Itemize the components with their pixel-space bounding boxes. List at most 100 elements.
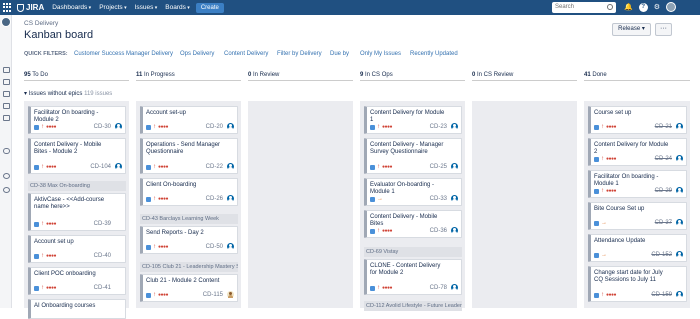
issue-card[interactable]: Content Delivery - Mobile Bites - Module… — [28, 138, 126, 174]
epic-label[interactable]: CD-105 Club 21 - Leadership Mastery S... — [140, 262, 238, 272]
issue-card[interactable]: Content Delivery - Manager Survey Questi… — [364, 138, 462, 174]
estimate-dots: ●●●● — [46, 285, 57, 291]
breadcrumb[interactable]: CS Delivery — [24, 20, 58, 27]
reports-icon[interactable] — [3, 91, 10, 97]
card-key: CD-40 — [93, 253, 111, 259]
issue-card[interactable]: CLONE - Content Delivery for Module 2 ↑ ●… — [364, 259, 462, 295]
issue-card[interactable]: Operations - Send Manager Questionnaire … — [140, 138, 238, 174]
card-summary: Send Reports - Day 2 — [146, 230, 204, 236]
estimate-dots: ●●●● — [46, 253, 57, 259]
search-input[interactable]: Search — [552, 2, 616, 13]
quick-filter-ops-delivery[interactable]: Ops Delivery — [180, 51, 214, 57]
card-key: CD-115 — [202, 292, 223, 298]
assignee-avatar — [675, 154, 684, 163]
notifications-icon[interactable]: 🔔 — [624, 3, 633, 11]
priority-icon: → — [377, 196, 383, 202]
quick-filter-recently-updated[interactable]: Recently Updated — [410, 51, 458, 57]
column-in-review — [248, 101, 353, 308]
assignee-avatar — [226, 162, 235, 171]
assignee-avatar — [114, 122, 123, 131]
issue-card[interactable]: Facilitator On boarding - Module 1 ↑ ●●●●… — [588, 170, 687, 198]
swimlane-header[interactable]: ▾ Issues without epics 119 issues — [24, 90, 112, 97]
quick-filter-csm-delivery[interactable]: Customer Success Manager Delivery — [74, 51, 173, 57]
card-summary: CLONE - Content Delivery for Module 2 — [370, 263, 441, 276]
jira-logo[interactable]: JIRA — [17, 3, 44, 12]
issue-card[interactable]: Club 21 - Module 2 Content ↑ ●●●● CD-115 — [140, 274, 238, 302]
issue-card[interactable]: AktivCase - <<Add-course name here>> ↑ ●●… — [28, 193, 126, 231]
task-icon — [146, 196, 151, 202]
app-switcher-icon[interactable] — [3, 2, 13, 13]
issue-card[interactable]: Bite Course Set up → CD-37 — [588, 202, 687, 230]
releases-icon[interactable] — [3, 103, 10, 109]
issue-card[interactable]: Send Reports - Day 2 ↑ ●●●● CD-50 — [140, 226, 238, 254]
issue-card[interactable]: Content Delivery for Module 1 ↑ ●●●● CD-2… — [364, 106, 462, 134]
create-button[interactable]: Create — [195, 2, 224, 13]
assignee-avatar — [675, 250, 684, 259]
epic-label[interactable]: CD-112 Avolid Lifestyle - Future Leader.… — [364, 301, 462, 311]
issue-card[interactable]: Account set up ↑ ●●●● CD-40 — [28, 235, 126, 263]
assignee-avatar — [450, 122, 459, 131]
top-right-icons: 🔔 ? ⚙ — [624, 2, 676, 12]
issue-card[interactable]: Client On-boarding ↑ ●●●● CD-26 — [140, 178, 238, 206]
backlog-icon[interactable] — [3, 79, 10, 85]
epic-label[interactable]: CD-69 Vistay — [364, 247, 462, 257]
search-icon — [607, 4, 613, 10]
quick-filter-filter-by-delivery[interactable]: Filter by Delivery — [277, 51, 322, 57]
card-summary: Client On-boarding — [146, 182, 197, 188]
card-key: CD-25 — [429, 164, 447, 170]
priority-icon: ↑ — [377, 123, 380, 130]
card-summary: Operations - Send Manager Questionnaire — [146, 142, 221, 155]
project-avatar[interactable] — [1, 17, 11, 27]
nav-projects[interactable]: Projects — [99, 4, 126, 11]
issue-card[interactable]: AI Onboarding courses — [28, 299, 126, 319]
quick-filter-due-by[interactable]: Due by — [330, 51, 349, 57]
issue-card[interactable]: Account set-up ↑ ●●●● CD-20 — [140, 106, 238, 134]
swimlane-count: 119 issues — [84, 91, 113, 97]
card-summary: Change start date for July CQ Sessions t… — [594, 270, 663, 283]
priority-icon: ↑ — [41, 163, 44, 170]
more-options-button[interactable]: ··· — [655, 23, 672, 36]
issue-card[interactable]: Attendance Update → CD-152 — [588, 234, 687, 262]
board-icon[interactable] — [3, 67, 10, 73]
release-button[interactable]: Release ▾ — [612, 23, 651, 36]
assignee-avatar — [675, 186, 684, 195]
quick-filter-content-delivery[interactable]: Content Delivery — [224, 51, 268, 57]
issue-card[interactable]: Content Delivery - Mobile Bites ↑ ●●●● CD… — [364, 210, 462, 238]
estimate-dots: ●●●● — [382, 228, 393, 234]
issue-card[interactable]: Client POC onboarding ↑ ●●●● CD-41 — [28, 267, 126, 295]
project-sidebar — [0, 15, 12, 308]
card-key: CD-152 — [651, 252, 672, 258]
nav-dashboards[interactable]: Dashboards — [52, 4, 91, 11]
components-icon[interactable] — [3, 115, 10, 121]
attachment-icon[interactable] — [3, 148, 10, 154]
column-header-todo: 95 To Do — [24, 69, 129, 81]
issue-card[interactable]: Facilitator On boarding - Module 2 ↑ ●●●●… — [28, 106, 126, 134]
project-settings-icon[interactable] — [3, 187, 10, 193]
priority-icon: ↑ — [377, 227, 380, 234]
card-summary: Content Delivery - Mobile Bites - Module… — [34, 142, 102, 155]
card-summary: Evaluator On-boarding - Module 1 — [370, 182, 435, 195]
help-icon[interactable]: ? — [638, 2, 648, 12]
issue-card[interactable]: Change start date for July CQ Sessions t… — [588, 266, 687, 302]
add-shortcut-icon[interactable] — [3, 173, 10, 179]
estimate-dots: ●●●● — [46, 164, 57, 170]
priority-icon: ↑ — [377, 163, 380, 170]
card-key: CD-33 — [429, 196, 447, 202]
priority-icon: ↑ — [41, 284, 44, 291]
task-icon — [594, 253, 599, 258]
settings-icon[interactable]: ⚙ — [654, 3, 660, 11]
column-header-done: 41 Done — [584, 69, 690, 81]
priority-icon: ↑ — [153, 123, 156, 130]
card-key: CD-21 — [654, 124, 672, 130]
issue-card[interactable]: Course set up ↑ ●●●● CD-21 — [588, 106, 687, 134]
user-avatar[interactable] — [666, 2, 676, 12]
estimate-dots: ●●●● — [382, 124, 393, 130]
epic-label[interactable]: CD-38 Max On-boarding — [28, 181, 126, 191]
card-summary: Club 21 - Module 2 Content — [146, 278, 220, 284]
epic-label[interactable]: CD-43 Barclays Learning Week — [140, 214, 238, 224]
nav-boards[interactable]: Boards — [165, 4, 190, 11]
issue-card[interactable]: Evaluator On-boarding - Module 1 → CD-33 — [364, 178, 462, 206]
quick-filter-only-my-issues[interactable]: Only My Issues — [360, 51, 401, 57]
nav-issues[interactable]: Issues — [135, 4, 158, 11]
issue-card[interactable]: Content Delivery for Module 2 ↑ ●●●● CD-2… — [588, 138, 687, 166]
